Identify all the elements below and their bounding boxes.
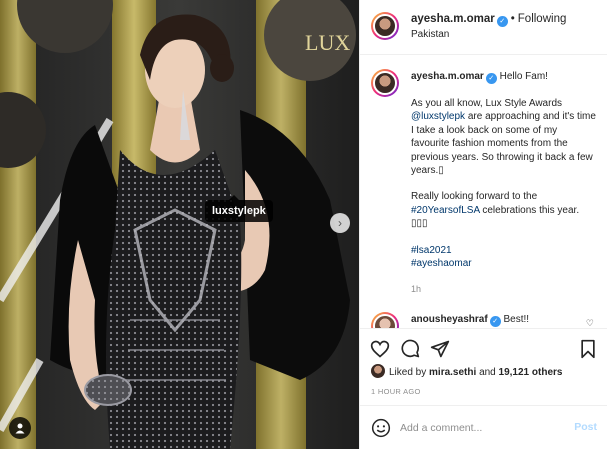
header-username[interactable]: ayesha.m.omar	[411, 13, 495, 25]
user-icon	[15, 423, 25, 434]
post-photo: LUX	[0, 0, 359, 449]
caption-boxes: ▯▯▯	[411, 218, 428, 230]
comment-input[interactable]	[400, 418, 560, 438]
header-separator: •	[510, 13, 515, 25]
caption-verified-icon: ✓	[485, 73, 497, 84]
commenter-username[interactable]: anousheyashraf	[411, 314, 488, 325]
verified-badge-icon: ✓	[496, 16, 508, 27]
following-button[interactable]: Following	[518, 13, 567, 25]
header-user-line: ayesha.m.omar ✓ • Following	[411, 13, 566, 27]
comments-section[interactable]: ayesha.m.omar ✓ Hello Fam! As you all kno…	[360, 56, 607, 328]
likes-prefix: Liked by	[389, 367, 427, 378]
caption-username[interactable]: ayesha.m.omar	[411, 71, 484, 82]
comment-item: anousheyashraf ✓ Best!!	[411, 314, 529, 327]
likes-count[interactable]: 19,121 others	[499, 367, 563, 378]
caption-author-avatar[interactable]	[371, 69, 399, 97]
caption-greeting: Hello Fam!	[499, 71, 548, 82]
share-paper-plane-icon[interactable]	[430, 339, 450, 359]
post-side-panel: ayesha.m.omar ✓ • Following Pakistan ayesha…	[359, 0, 607, 449]
liker-username[interactable]: mira.sethi	[429, 367, 476, 378]
caption-text-1: As you all know, Lux Style Awards	[411, 98, 563, 109]
post-location[interactable]: Pakistan	[411, 29, 449, 40]
post-caption: ayesha.m.omar ✓ Hello Fam! As you all kno…	[411, 70, 597, 297]
caption-text-3: Really looking forward to the	[411, 191, 538, 203]
mention-link[interactable]: @luxstylepk	[411, 111, 465, 122]
comment-text: Best!!	[503, 314, 530, 325]
post-header: ayesha.m.omar ✓ • Following Pakistan	[360, 0, 607, 55]
backdrop-logo-text: LUX	[305, 30, 350, 55]
tagged-users-button[interactable]	[9, 417, 31, 439]
comment-bubble-icon[interactable]	[400, 339, 420, 359]
likes-summary: Liked by mira.sethi and 19,121 others	[371, 364, 562, 378]
likes-and: and	[479, 367, 496, 378]
like-heart-icon[interactable]	[370, 339, 390, 359]
emoji-smiley-icon[interactable]	[371, 418, 391, 438]
post-actions-bar	[360, 328, 607, 359]
comment-like-heart-icon[interactable]: ♡	[586, 318, 594, 328]
hashtag-lsa2021[interactable]: #lsa2021	[411, 244, 597, 257]
liker-avatar[interactable]	[371, 364, 385, 378]
product-tag-label[interactable]: luxstylepk	[205, 195, 273, 222]
post-timestamp[interactable]: 1 HOUR AGO	[371, 387, 421, 396]
hashtag-20yearsoflsa[interactable]: #20YearsofLSA	[411, 205, 480, 216]
commenter-verified-icon: ✓	[489, 316, 501, 327]
commenter-avatar[interactable]	[371, 312, 399, 328]
author-avatar[interactable]	[371, 12, 399, 40]
next-image-arrow-icon[interactable]: ›	[330, 213, 350, 233]
caption-timestamp[interactable]: 1h	[411, 283, 597, 296]
add-comment-bar: Post	[360, 405, 607, 449]
caption-text-4: celebrations this year.	[482, 204, 580, 216]
post-media[interactable]: LUX luxstylepk ›	[0, 0, 359, 449]
hashtag-ayeshaomar[interactable]: #ayeshaomar	[411, 257, 597, 270]
save-bookmark-icon[interactable]	[578, 339, 598, 359]
post-comment-button[interactable]: Post	[574, 421, 597, 433]
